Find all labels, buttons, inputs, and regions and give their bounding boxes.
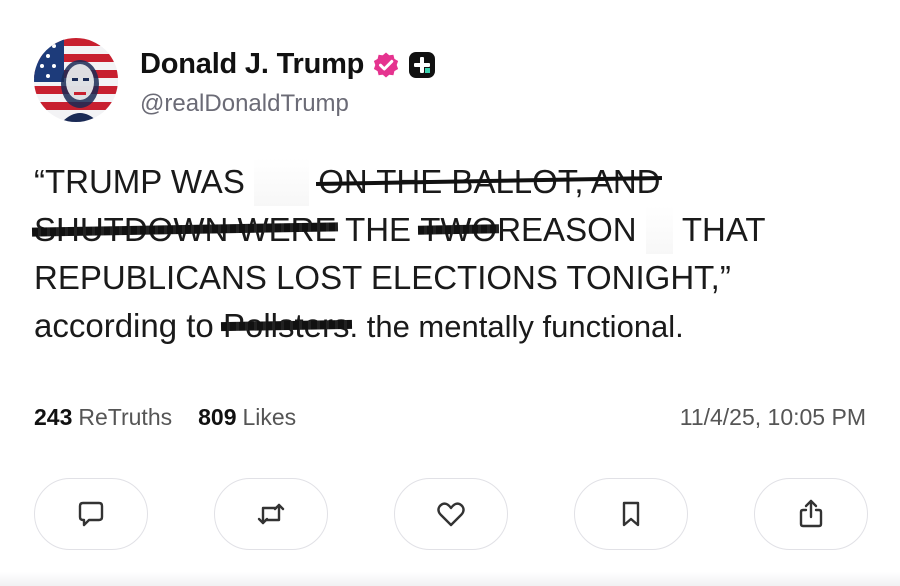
erased-text <box>645 206 674 254</box>
post-text: according to <box>34 307 214 344</box>
reply-icon <box>78 501 104 527</box>
struck-text: SHUTDOWN WERE <box>34 206 336 254</box>
post-timestamp[interactable]: 11/4/25, 10:05 PM <box>680 404 866 431</box>
post-body: “TRUMP WAS ON THE BALLOT, AND SHUTDOWN W… <box>34 158 874 351</box>
post-line-1: “TRUMP WAS ON THE BALLOT, AND <box>34 158 874 206</box>
retruth-button[interactable] <box>214 478 328 550</box>
post-stats: 243 ReTruths 809 Likes <box>34 404 296 431</box>
display-name[interactable]: Donald J. Trump <box>140 48 364 81</box>
erased-text <box>254 158 310 206</box>
struck-text: TWO <box>420 206 497 254</box>
action-bar <box>34 478 868 550</box>
post-text: THAT <box>681 211 766 248</box>
like-button[interactable] <box>394 478 508 550</box>
user-handle[interactable]: @realDonaldTrump <box>140 90 349 118</box>
like-heart-icon <box>437 502 465 527</box>
struck-text: ON THE BALLOT, AND <box>318 158 660 206</box>
flag-portrait-avatar-icon <box>34 38 118 122</box>
retruths-label: ReTruths <box>78 404 173 430</box>
retruths-stat[interactable]: 243 ReTruths <box>34 404 172 431</box>
reply-button[interactable] <box>34 478 148 550</box>
bookmark-icon <box>622 501 640 527</box>
post-text: REASON <box>497 211 637 248</box>
verified-badge-icon <box>372 51 400 79</box>
post-text: THE <box>345 211 412 248</box>
post-text: “TRUMP WAS <box>34 163 245 200</box>
likes-count: 809 <box>198 404 237 430</box>
share-button[interactable] <box>754 478 868 550</box>
bookmark-button[interactable] <box>574 478 688 550</box>
truth-post: Donald J. Trump @realDonaldTrump “TRUMP … <box>0 0 900 586</box>
retruth-icon <box>257 503 285 525</box>
share-icon <box>799 499 823 528</box>
truth-plus-icon <box>408 51 436 79</box>
bottom-edge <box>0 572 900 586</box>
handwritten-text: . the mentally functional. <box>349 309 684 344</box>
likes-label: Likes <box>242 404 297 430</box>
name-row: Donald J. Trump <box>140 48 436 81</box>
post-line-4: according to Pollsters. the mentally fun… <box>34 302 874 351</box>
retruths-count: 243 <box>34 404 73 430</box>
avatar[interactable] <box>34 38 118 122</box>
struck-text: Pollsters <box>223 302 350 350</box>
likes-stat[interactable]: 809 Likes <box>198 404 296 431</box>
post-line-2: SHUTDOWN WERE THE TWOREASON THAT <box>34 206 874 254</box>
post-line-3: REPUBLICANS LOST ELECTIONS TONIGHT,” <box>34 259 731 296</box>
